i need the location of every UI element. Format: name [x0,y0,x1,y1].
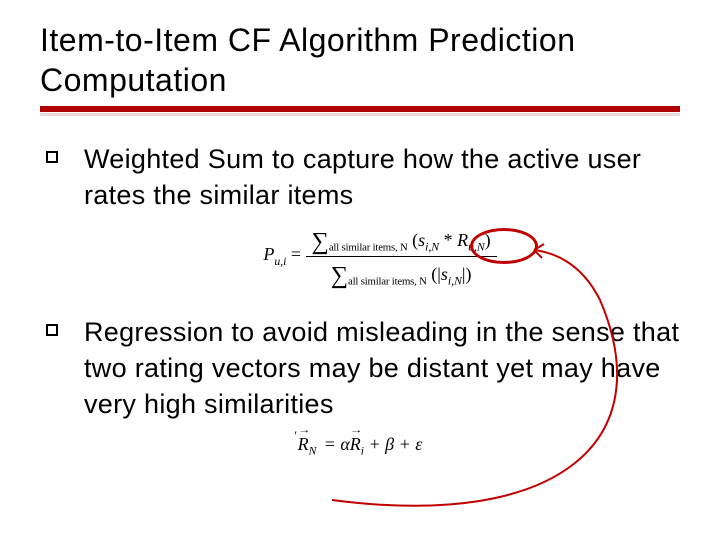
fraction: ∑all similar items, N (si,N * Ru,N) ∑all… [306,225,497,287]
rp: ) [485,230,491,250]
bullet-weighted-sum: Weighted Sum to capture how the active u… [40,142,680,213]
title-rule [40,106,680,120]
sym-R: R [457,230,468,250]
vec-RN: R [298,434,309,455]
bullet-list-2: Regression to avoid misleading in the se… [40,315,680,422]
sym-eq2: = α [319,434,350,454]
sym-star: * [439,230,457,250]
sigma-sub: all similar items, N [329,242,408,254]
formula-regression: RN′ = αRi + β + ε [40,434,680,458]
slide: Item-to-Item CF Algorithm Prediction Com… [0,0,720,540]
sym-RN: R [298,434,309,454]
bullet-list: Weighted Sum to capture how the active u… [40,142,680,213]
R-term: Ru,N [457,230,485,250]
sym-s2-sub: i,N [448,274,462,287]
sym-eq: = [286,244,305,264]
sym-s-sub: i,N [425,241,439,254]
sym-s2: s [441,264,448,284]
abs-l: (| [431,264,441,284]
sym-P: P [263,244,274,264]
denominator: ∑all similar items, N (|si,N|) [306,256,497,288]
sym-R-sub: u,N [468,241,485,254]
numerator: ∑all similar items, N (si,N * Ru,N) [306,225,497,256]
sym-tail: + β + ε [364,434,422,454]
sym-P-sub: u,i [274,255,286,268]
sigma-sub-2: all similar items, N [348,275,427,287]
bullet-regression: Regression to avoid misleading in the se… [40,315,680,422]
sigma-icon: ∑ [312,228,329,255]
sym-hat: ′ [294,429,297,443]
formula-weighted-sum: Pu,i = ∑all similar items, N (si,N * Ru,… [80,225,680,287]
sym-Ri: R [350,434,361,454]
sigma-icon-2: ∑ [331,262,348,289]
vec-Ri: R [350,434,361,455]
slide-title: Item-to-Item CF Algorithm Prediction Com… [40,20,680,100]
abs-r: |) [462,264,472,284]
sym-RN-sub: N [309,445,317,458]
